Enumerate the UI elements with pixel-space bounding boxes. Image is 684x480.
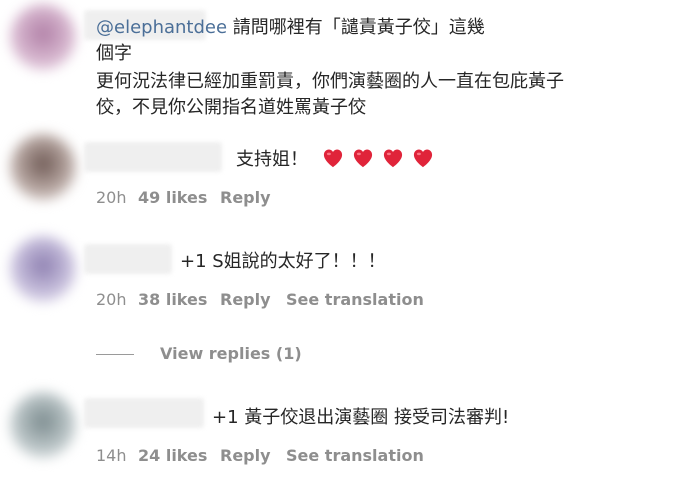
reply-button[interactable]: Reply <box>220 188 271 208</box>
likes-count[interactable]: 24 likes <box>138 446 220 466</box>
comment-meta: 14h 24 likes Reply See translation <box>96 446 424 466</box>
avatar[interactable] <box>10 4 76 70</box>
blurred-username[interactable] <box>84 142 222 172</box>
view-replies-divider <box>96 354 134 355</box>
view-replies-button[interactable]: View replies (1) <box>160 344 302 364</box>
see-translation-link[interactable]: See translation <box>286 446 424 466</box>
blurred-username[interactable] <box>84 244 172 274</box>
timestamp: 14h <box>96 446 127 465</box>
reply-button[interactable]: Reply <box>220 290 286 310</box>
red-heart-icon <box>413 149 432 168</box>
timestamp: 20h <box>96 290 127 309</box>
comment-text: 更何況法律已經加重罰責，你們演藝圈的人一直在包庇黃子 <box>96 71 564 92</box>
comment-text: 支持姐！ <box>236 148 434 172</box>
comment-text: @elephantdee 請問哪裡有「譴責黃子佼」這幾 <box>96 17 485 38</box>
avatar[interactable] <box>10 134 76 200</box>
see-translation-link[interactable]: See translation <box>286 290 424 310</box>
comment-text: 佼，不見你公開指名道姓罵黃子佼 <box>96 97 366 118</box>
reply-button[interactable]: Reply <box>220 446 286 466</box>
likes-count[interactable]: 38 likes <box>138 290 220 310</box>
comment-text: +1 黃子佼退出演藝圈 接受司法審判! <box>212 407 510 428</box>
comment-meta: 20h 38 likes Reply See translation <box>96 290 424 310</box>
red-heart-icon <box>323 149 342 168</box>
mention-link[interactable]: @elephantdee <box>96 17 227 38</box>
comment-meta: 20h 49 likes Reply <box>96 188 271 208</box>
avatar[interactable] <box>10 236 76 302</box>
blurred-username[interactable] <box>84 398 204 428</box>
comment-text: 個字 <box>96 43 132 64</box>
avatar[interactable] <box>10 392 76 458</box>
comment-text: +1 S姐說的太好了！！！ <box>180 251 386 272</box>
red-heart-icon <box>353 149 372 168</box>
likes-count[interactable]: 49 likes <box>138 188 220 208</box>
comments-panel: @elephantdee 請問哪裡有「譴責黃子佼」這幾 個字 更何況法律已經加重… <box>0 0 684 480</box>
timestamp: 20h <box>96 188 127 207</box>
red-heart-icon <box>383 149 402 168</box>
